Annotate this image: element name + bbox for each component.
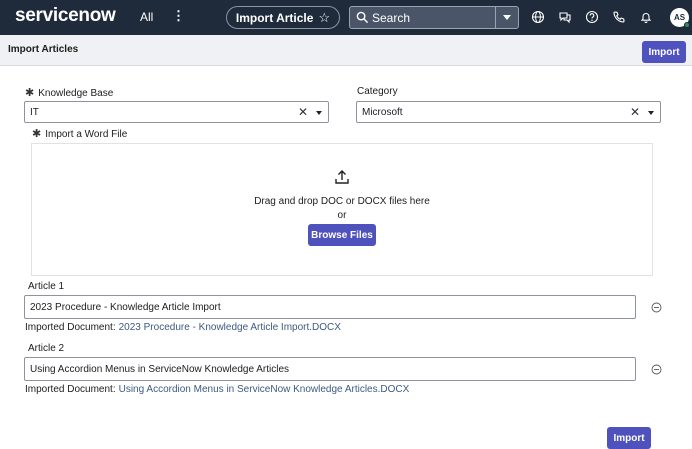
minus-circle-icon[interactable] <box>651 364 662 375</box>
servicenow-logo[interactable]: servicenow <box>15 5 116 27</box>
help-icon[interactable] <box>585 10 599 24</box>
user-avatar[interactable]: AS <box>670 8 690 28</box>
article-2-title-field[interactable] <box>24 357 636 381</box>
article-2-imported-file-link[interactable]: Using Accordion Menus in ServiceNow Know… <box>119 384 410 395</box>
imported-document-label: Imported Document: <box>25 322 116 333</box>
more-menu-icon[interactable]: ⋮ <box>172 9 185 23</box>
context-title-pill[interactable]: Import Article ☆ <box>226 6 340 29</box>
article-1-title-field[interactable] <box>24 295 636 319</box>
chevron-down-icon[interactable] <box>648 111 654 115</box>
all-menu[interactable]: All <box>140 10 153 24</box>
minus-circle-icon[interactable] <box>651 302 662 313</box>
star-icon[interactable]: ☆ <box>318 10 330 26</box>
article-1-imported-document: Imported Document: 2023 Procedure - Knowl… <box>25 322 341 333</box>
search-scope-dropdown[interactable] <box>495 7 518 28</box>
required-icon: ✱ <box>32 128 42 140</box>
word-file-label: ✱ Import a Word File <box>32 127 127 140</box>
article-1-imported-file-link[interactable]: 2023 Procedure - Knowledge Article Impor… <box>119 322 341 333</box>
article-2-label: Article 2 <box>28 343 65 354</box>
phone-icon[interactable] <box>612 10 626 24</box>
globe-icon[interactable] <box>531 10 545 24</box>
imported-document-label: Imported Document: <box>25 384 116 395</box>
page-title: Import Articles <box>8 44 79 55</box>
search-icon <box>356 11 369 24</box>
avatar-initials: AS <box>673 13 686 22</box>
category-label: Category <box>357 86 398 97</box>
clear-icon[interactable]: ✕ <box>298 105 308 119</box>
top-navigation: servicenow All ⋮ Import Article ☆ Search… <box>0 0 692 35</box>
search-input[interactable]: Search <box>372 11 410 25</box>
global-search[interactable]: Search <box>349 6 519 29</box>
knowledge-base-label: ✱ Knowledge Base <box>25 86 113 99</box>
knowledge-base-value: IT <box>30 107 39 118</box>
page-header: Import Articles <box>0 35 692 66</box>
clear-icon[interactable]: ✕ <box>630 105 640 119</box>
import-button[interactable]: Import <box>607 427 651 449</box>
chevron-down-icon[interactable] <box>316 111 322 115</box>
knowledge-base-label-text: Knowledge Base <box>38 88 114 99</box>
file-dropzone[interactable]: Drag and drop DOC or DOCX files here or … <box>31 143 653 276</box>
context-title: Import Article <box>235 10 314 25</box>
drop-instructions: Drag and drop DOC or DOCX files here <box>254 196 430 207</box>
browse-files-button[interactable]: Browse Files <box>308 224 376 246</box>
header-import-button[interactable]: Import <box>642 41 686 63</box>
online-status-dot <box>684 22 690 28</box>
drop-or-text: or <box>337 210 347 221</box>
required-icon: ✱ <box>25 87 35 99</box>
bell-icon[interactable] <box>639 10 653 24</box>
word-file-label-text: Import a Word File <box>45 129 128 140</box>
upload-icon <box>335 170 349 184</box>
chat-icon[interactable] <box>558 10 572 24</box>
knowledge-base-select[interactable]: IT ✕ <box>24 101 329 123</box>
article-2-imported-document: Imported Document: Using Accordion Menus … <box>25 384 409 395</box>
category-value: Microsoft <box>362 107 403 118</box>
article-1-title-input[interactable] <box>25 296 635 318</box>
article-1-label: Article 1 <box>28 281 65 292</box>
article-2-title-input[interactable] <box>25 358 635 380</box>
category-select[interactable]: Microsoft ✕ <box>356 101 661 123</box>
